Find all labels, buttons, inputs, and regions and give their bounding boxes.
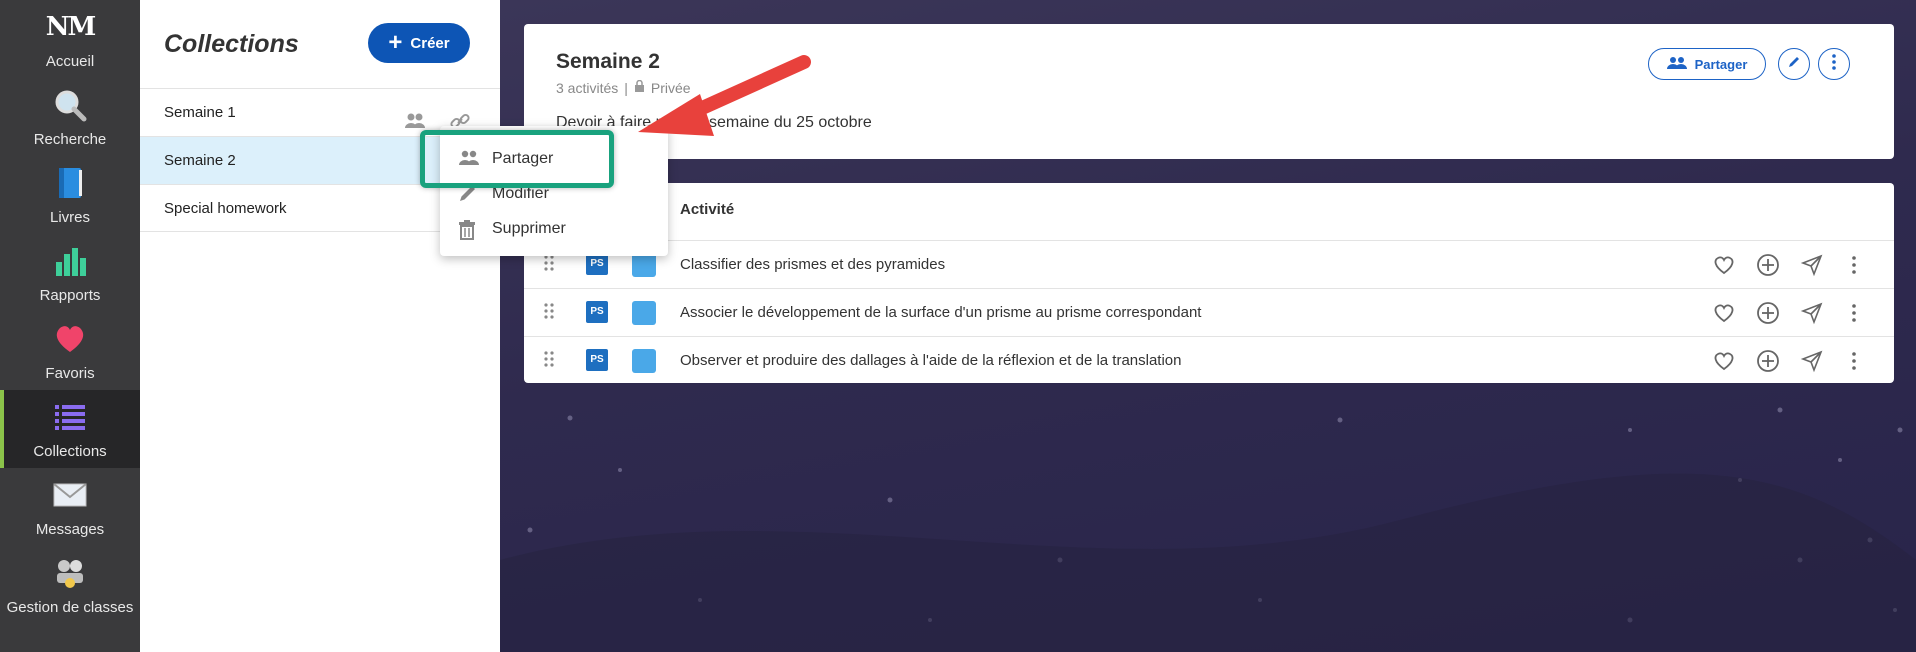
add-circle-icon[interactable] <box>1756 301 1780 325</box>
main-nav: NM Accueil Recherche Livres Rapports Fav… <box>0 0 140 652</box>
row-more-icon[interactable] <box>1842 253 1866 277</box>
drag-handle-icon[interactable] <box>544 303 554 323</box>
nav-item-messages[interactable]: Messages <box>0 468 140 546</box>
collection-meta: 3 activités | Privée <box>556 79 691 96</box>
send-icon[interactable] <box>1800 301 1824 325</box>
annotation-highlight-box <box>420 130 614 188</box>
nav-item-collections[interactable]: Collections <box>0 390 140 468</box>
activity-title[interactable]: Classifier des prismes et des pyramides <box>680 241 945 289</box>
trash-icon <box>458 220 478 240</box>
ps-book-icon: PS <box>586 253 608 275</box>
send-icon[interactable] <box>1800 349 1824 373</box>
table-row[interactable]: PS Associer le développement de la surfa… <box>524 288 1894 336</box>
nav-label: Recherche <box>33 131 107 148</box>
collection-name: Semaine 2 <box>164 152 236 169</box>
table-row[interactable]: PS Classifier des prismes et des pyramid… <box>524 240 1894 288</box>
nav-label: Messages <box>35 521 105 538</box>
logo-nm-icon: NM <box>45 12 97 42</box>
collection-name: Semaine 1 <box>164 104 236 121</box>
nav-label: Favoris <box>45 365 95 382</box>
row-more-icon[interactable] <box>1842 349 1866 373</box>
plus-icon: + <box>388 29 403 56</box>
collection-name: Special homework <box>164 200 287 217</box>
activity-column-header: Activité <box>680 201 735 218</box>
lock-icon <box>634 79 645 96</box>
add-circle-icon[interactable] <box>1756 349 1780 373</box>
more-options-button[interactable] <box>1818 48 1850 80</box>
table-row[interactable]: PS Observer et produire des dallages à l… <box>524 336 1894 384</box>
ps-book-icon: PS <box>586 349 608 371</box>
shared-users-icon <box>404 103 426 128</box>
drag-handle-icon[interactable] <box>544 351 554 371</box>
activities-table: Activité PS Classifier des prismes et de… <box>524 183 1894 383</box>
nav-item-gestion-classes[interactable]: Gestion de classes <box>0 546 140 624</box>
nav-label: Rapports <box>39 287 101 304</box>
book-icon <box>53 166 87 200</box>
geometry-cube-icon <box>632 253 656 277</box>
geometry-cube-icon <box>632 301 656 325</box>
pencil-icon <box>1787 55 1801 74</box>
share-label: Partager <box>1694 56 1748 72</box>
heart-outline-icon[interactable] <box>1712 253 1736 277</box>
create-label: Créer <box>410 34 450 52</box>
link-icon[interactable] <box>450 103 472 129</box>
activity-title[interactable]: Associer le développement de la surface … <box>680 289 1201 337</box>
nav-item-accueil[interactable]: NM Accueil <box>0 0 140 78</box>
collection-header-card: Semaine 2 3 activités | Privée Devoir à … <box>524 24 1894 159</box>
envelope-icon <box>53 478 87 512</box>
group-icon <box>53 556 87 590</box>
bar-chart-icon <box>53 244 87 278</box>
collection-title: Semaine 2 <box>556 50 660 73</box>
nav-item-livres[interactable]: Livres <box>0 156 140 234</box>
create-button[interactable]: + Créer <box>368 23 470 63</box>
collections-panel: Collections ? + Créer Semaine 1 Semaine … <box>140 0 500 652</box>
send-icon[interactable] <box>1800 253 1824 277</box>
add-circle-icon[interactable] <box>1756 253 1780 277</box>
row-more-icon[interactable] <box>1842 301 1866 325</box>
magnifier-icon <box>53 88 87 122</box>
nav-item-favoris[interactable]: Favoris <box>0 312 140 390</box>
visibility-label: Privée <box>650 80 691 96</box>
share-button[interactable]: Partager <box>1648 48 1766 80</box>
nav-label: Gestion de classes <box>6 599 134 616</box>
heart-icon <box>53 322 87 356</box>
panel-title: Collections <box>164 30 299 58</box>
nav-label: Collections <box>33 443 107 460</box>
nav-label: Livres <box>49 209 90 226</box>
menu-label: Supprimer <box>492 220 566 237</box>
nav-label: Accueil <box>45 53 95 70</box>
heart-outline-icon[interactable] <box>1712 301 1736 325</box>
drag-handle-icon[interactable] <box>544 255 554 275</box>
list-icon <box>53 400 87 434</box>
heart-outline-icon[interactable] <box>1712 349 1736 373</box>
activity-title[interactable]: Observer et produire des dallages à l'ai… <box>680 337 1182 385</box>
main-content: Semaine 2 3 activités | Privée Devoir à … <box>500 0 1916 652</box>
nav-item-rapports[interactable]: Rapports <box>0 234 140 312</box>
meta-separator: | <box>624 80 628 96</box>
nav-item-recherche[interactable]: Recherche <box>0 78 140 156</box>
vertical-dots-icon <box>1832 53 1836 75</box>
users-icon <box>1666 56 1687 73</box>
geometry-cube-icon <box>632 349 656 373</box>
activity-count: 3 activités <box>556 80 619 96</box>
edit-button[interactable] <box>1778 48 1810 80</box>
menu-item-delete[interactable]: Supprimer <box>440 212 668 246</box>
ps-book-icon: PS <box>586 301 608 323</box>
